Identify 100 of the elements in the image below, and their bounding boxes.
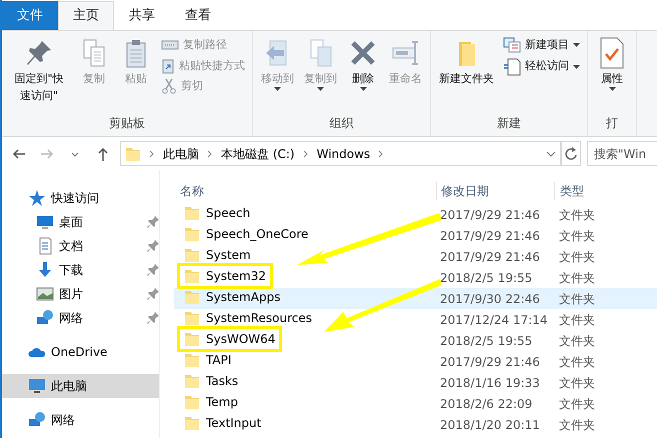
chevron-icon: [302, 150, 309, 158]
file-name: Speech_OneCore: [206, 226, 308, 243]
folder-icon: [184, 205, 200, 221]
caret-icon: [360, 87, 366, 91]
file-type: 文件夹: [559, 376, 595, 390]
sidebar-item[interactable]: 网络: [2, 306, 159, 330]
folder-icon: [184, 415, 200, 431]
rename-icon: [390, 38, 420, 68]
shortcut-icon: [161, 58, 175, 74]
caret-icon: [274, 87, 281, 91]
sidebar-item[interactable]: OneDrive: [2, 340, 159, 364]
file-date: 2017/9/29 21:46: [440, 250, 540, 264]
sidebar-item[interactable]: 文档: [2, 234, 159, 258]
sidebar-item[interactable]: 快速访问: [2, 186, 159, 210]
file-type: 文件夹: [559, 292, 595, 306]
folder-icon: [125, 146, 141, 162]
folder-icon: [184, 310, 200, 326]
column-header[interactable]: 名称: [180, 184, 204, 198]
file-type: 文件夹: [559, 396, 595, 410]
file-name: TextInput: [206, 415, 262, 432]
file-row[interactable]: TextInput 2018/1/20 20:11 文件夹: [174, 414, 657, 435]
file-row[interactable]: System32 2018/2/5 19:55 文件夹: [174, 267, 657, 288]
ribbon-tab[interactable]: 共享: [114, 1, 170, 30]
breadcrumb[interactable]: 本地磁盘 (C:): [221, 144, 295, 162]
breadcrumb[interactable]: 此电脑: [163, 144, 199, 162]
picture-icon: [36, 285, 54, 303]
dropdown-caret-icon[interactable]: [546, 150, 556, 156]
pin-icon: [147, 216, 159, 228]
download-arrow-icon: [36, 261, 54, 279]
folder-icon: [184, 331, 200, 347]
sidebar-item[interactable]: 桌面: [2, 210, 159, 234]
caret-icon: [317, 87, 324, 91]
folder-icon: [184, 352, 200, 368]
file-name: Speech: [206, 205, 250, 222]
ribbon-button[interactable]: 固定到"快速访问": [6, 34, 72, 114]
file-date: 2017/9/29 21:46: [440, 354, 540, 368]
file-name: System: [206, 247, 251, 264]
easy-access-icon: [503, 58, 521, 76]
file-row[interactable]: System 2017/9/29 21:46 文件夹: [174, 246, 657, 267]
ribbon-tab[interactable]: 主页: [58, 1, 114, 30]
file-date: 2017/12/24 17:14: [440, 312, 548, 326]
file-row[interactable]: Temp 2018/2/6 22:09 文件夹: [174, 393, 657, 414]
file-date: 2018/1/20 20:11: [440, 418, 540, 432]
caret-icon: [608, 87, 616, 91]
ribbon-tab[interactable]: 查看: [170, 1, 226, 30]
file-row[interactable]: Tasks 2018/1/16 19:33 文件夹: [174, 372, 657, 393]
search-field[interactable]: 搜索"Win: [587, 141, 657, 166]
file-row[interactable]: SysWOW64 2018/2/5 19:55 文件夹: [174, 330, 657, 351]
file-type: 文件夹: [559, 228, 595, 242]
group-label: 新建: [496, 115, 522, 132]
ribbon-button[interactable]: 属性: [592, 34, 632, 114]
file-name: System32: [206, 268, 266, 285]
file-name: Temp: [206, 394, 238, 411]
breadcrumb[interactable]: Windows: [316, 144, 370, 162]
file-type: 文件夹: [559, 334, 595, 348]
file-row[interactable]: Speech_OneCore 2017/9/29 21:46 文件夹: [174, 225, 657, 246]
star-icon: [28, 189, 46, 207]
sidebar-item[interactable]: 下载: [2, 258, 159, 282]
sidebar-item[interactable]: 图片: [2, 282, 159, 306]
network-icon: [28, 411, 46, 429]
computer-icon: [28, 377, 46, 395]
ribbon-button[interactable]: 新建项目: [500, 36, 583, 54]
folder-icon: [184, 268, 200, 284]
pin-icon: [147, 264, 159, 276]
group-label: 打: [605, 115, 619, 132]
file-row[interactable]: SystemResources 2017/12/24 17:14 文件夹: [174, 309, 657, 330]
new-item-icon: [503, 37, 521, 54]
folder-icon: [184, 247, 200, 263]
file-type: 文件夹: [559, 354, 595, 368]
ribbon-button[interactable]: 新建文件夹: [435, 34, 498, 114]
file-name: TAPI: [206, 352, 232, 369]
address-bar[interactable]: 此电脑 本地磁盘 (C:) Windows: [120, 141, 561, 166]
group-label: 剪贴板: [108, 115, 146, 132]
sidebar-item[interactable]: 此电脑: [2, 374, 159, 398]
folder-icon: [184, 289, 200, 305]
path-icon: [161, 38, 179, 52]
column-header[interactable]: 修改日期: [441, 184, 489, 198]
file-name: SystemApps: [206, 289, 280, 306]
file-date: 2018/2/5 19:55: [440, 334, 532, 348]
file-row[interactable]: SystemApps 2017/9/30 22:46 文件夹: [174, 288, 657, 309]
ribbon-button[interactable]: 轻松访问: [500, 56, 583, 76]
file-date: 2018/2/6 22:09: [440, 396, 532, 410]
file-row[interactable]: TAPI 2017/9/29 21:46 文件夹: [174, 351, 657, 372]
chevron-icon: [207, 150, 213, 158]
refresh-button[interactable]: [561, 141, 581, 166]
file-type: 文件夹: [559, 208, 595, 222]
scissors-icon: [161, 78, 177, 94]
column-header[interactable]: 类型: [560, 184, 584, 198]
refresh-icon: [565, 147, 577, 162]
group-label: 组织: [328, 115, 354, 132]
file-type: 文件夹: [559, 312, 595, 326]
folder-icon: [184, 394, 200, 410]
file-date: 2017/9/29 21:46: [440, 228, 540, 242]
caret-icon: [573, 43, 580, 48]
file-type: 文件夹: [559, 270, 595, 284]
file-tab[interactable]: 文件: [2, 1, 58, 30]
file-row[interactable]: Speech 2017/9/29 21:46 文件夹: [174, 204, 657, 225]
chevron-icon: [149, 150, 155, 158]
ribbon-button[interactable]: 删除: [343, 34, 383, 114]
sidebar-item[interactable]: 网络: [2, 408, 159, 432]
